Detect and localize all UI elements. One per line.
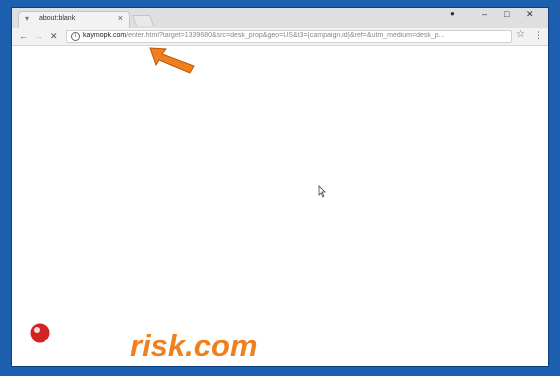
- url-domain: kaymopk.com: [83, 32, 127, 39]
- magnifier-icon: [27, 320, 61, 357]
- watermark-pc-text: PC: [66, 321, 123, 365]
- new-tab-button[interactable]: [131, 15, 155, 26]
- tab-bar: ▾ about:blank × ● – □ ✕: [12, 8, 548, 28]
- kebab-menu-icon[interactable]: ⋮: [534, 30, 543, 41]
- address-bar[interactable]: i kaymopk.com/enter.html?target=1339680&…: [66, 30, 512, 43]
- orange-arrow-annotation: [149, 47, 195, 74]
- close-window-button[interactable]: ✕: [526, 9, 534, 20]
- pcrisk-watermark: PC risk.com: [27, 320, 258, 365]
- url-text[interactable]: kaymopk.com/enter.html?target=1339680&sr…: [83, 32, 509, 39]
- tab-close-icon[interactable]: ×: [118, 13, 123, 23]
- info-icon[interactable]: i: [71, 32, 80, 41]
- stop-reload-button[interactable]: ✕: [50, 31, 58, 42]
- account-icon[interactable]: ●: [450, 9, 455, 18]
- tab-about-blank[interactable]: ▾ about:blank ×: [18, 11, 130, 28]
- page-icon: ▾: [25, 14, 30, 23]
- mouse-cursor-icon: [318, 185, 326, 198]
- minimize-button[interactable]: –: [482, 9, 487, 19]
- back-button[interactable]: ←: [19, 31, 28, 41]
- url-path: /enter.html?target=1339680&src=desk_prop…: [126, 32, 445, 39]
- forward-button[interactable]: →: [34, 31, 43, 41]
- browser-toolbar: ← → ✕ i kaymopk.com/enter.html?target=13…: [12, 28, 548, 46]
- browser-window: ▾ about:blank × ● – □ ✕ ← → ✕ i kaymopk.…: [12, 8, 548, 366]
- maximize-button[interactable]: □: [504, 9, 509, 19]
- bookmark-star-icon[interactable]: ☆: [516, 29, 525, 40]
- tab-title: about:blank: [39, 15, 76, 22]
- watermark-risk-text: risk.com: [130, 328, 258, 363]
